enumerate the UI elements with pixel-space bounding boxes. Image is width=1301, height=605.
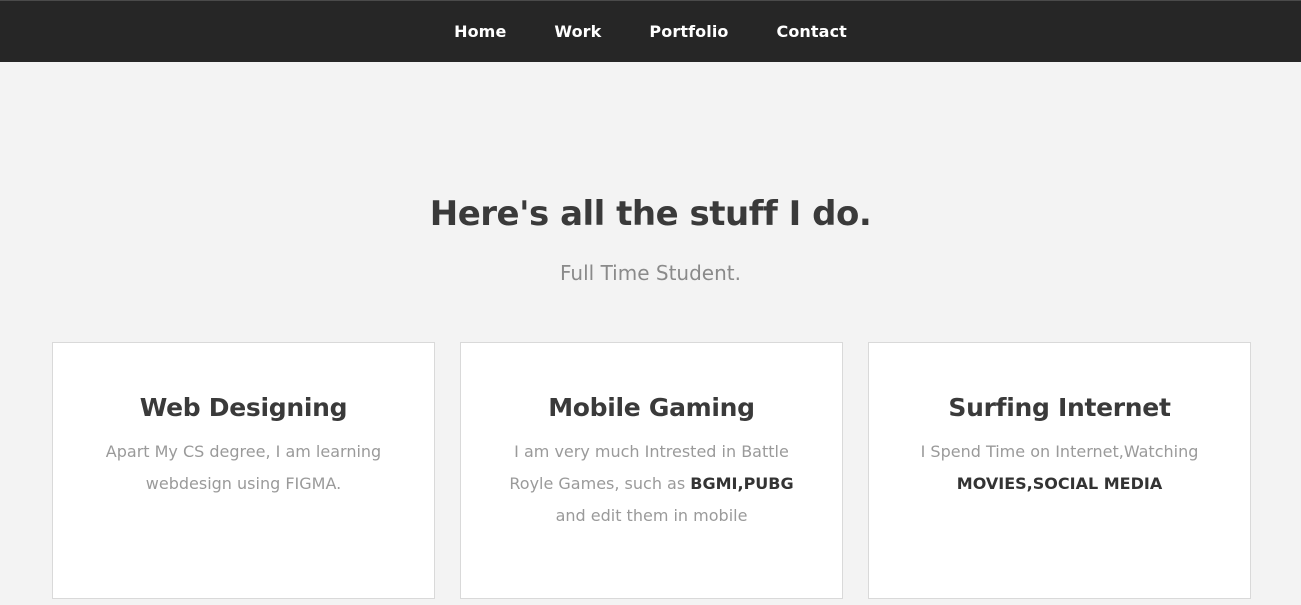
nav-link-contact[interactable]: Contact: [777, 22, 847, 41]
nav-link-home[interactable]: Home: [454, 22, 506, 41]
top-navbar: Home Work Portfolio Contact: [0, 0, 1301, 62]
card-web-designing: Web Designing Apart My CS degree, I am l…: [52, 342, 435, 599]
nav-link-portfolio[interactable]: Portfolio: [649, 22, 728, 41]
card-title: Surfing Internet: [948, 393, 1171, 422]
section-heading: Here's all the stuff I do.: [429, 194, 872, 234]
card-title: Mobile Gaming: [548, 393, 755, 422]
section-subheading: Full Time Student.: [560, 261, 741, 285]
nav-link-work[interactable]: Work: [554, 22, 601, 41]
card-title: Web Designing: [139, 393, 348, 422]
card-mobile-gaming: Mobile Gaming I am very much Intrested i…: [460, 342, 843, 599]
card-description-text-end: and edit them in mobile: [555, 506, 748, 525]
card-description: Apart My CS degree, I am learning webdes…: [93, 436, 394, 500]
card-description: I Spend Time on Internet,Watching MOVIES…: [909, 436, 1210, 500]
card-description-text: I Spend Time on Internet,Watching: [920, 442, 1199, 461]
card-description-highlight: MOVIES,SOCIAL MEDIA: [956, 474, 1163, 493]
card-description: I am very much Intrested in Battle Royle…: [501, 436, 802, 532]
card-description-text: Apart My CS degree, I am learning webdes…: [105, 442, 382, 493]
card-surfing-internet: Surfing Internet I Spend Time on Interne…: [868, 342, 1251, 599]
card-description-highlight: BGMI,PUBG: [690, 474, 794, 493]
